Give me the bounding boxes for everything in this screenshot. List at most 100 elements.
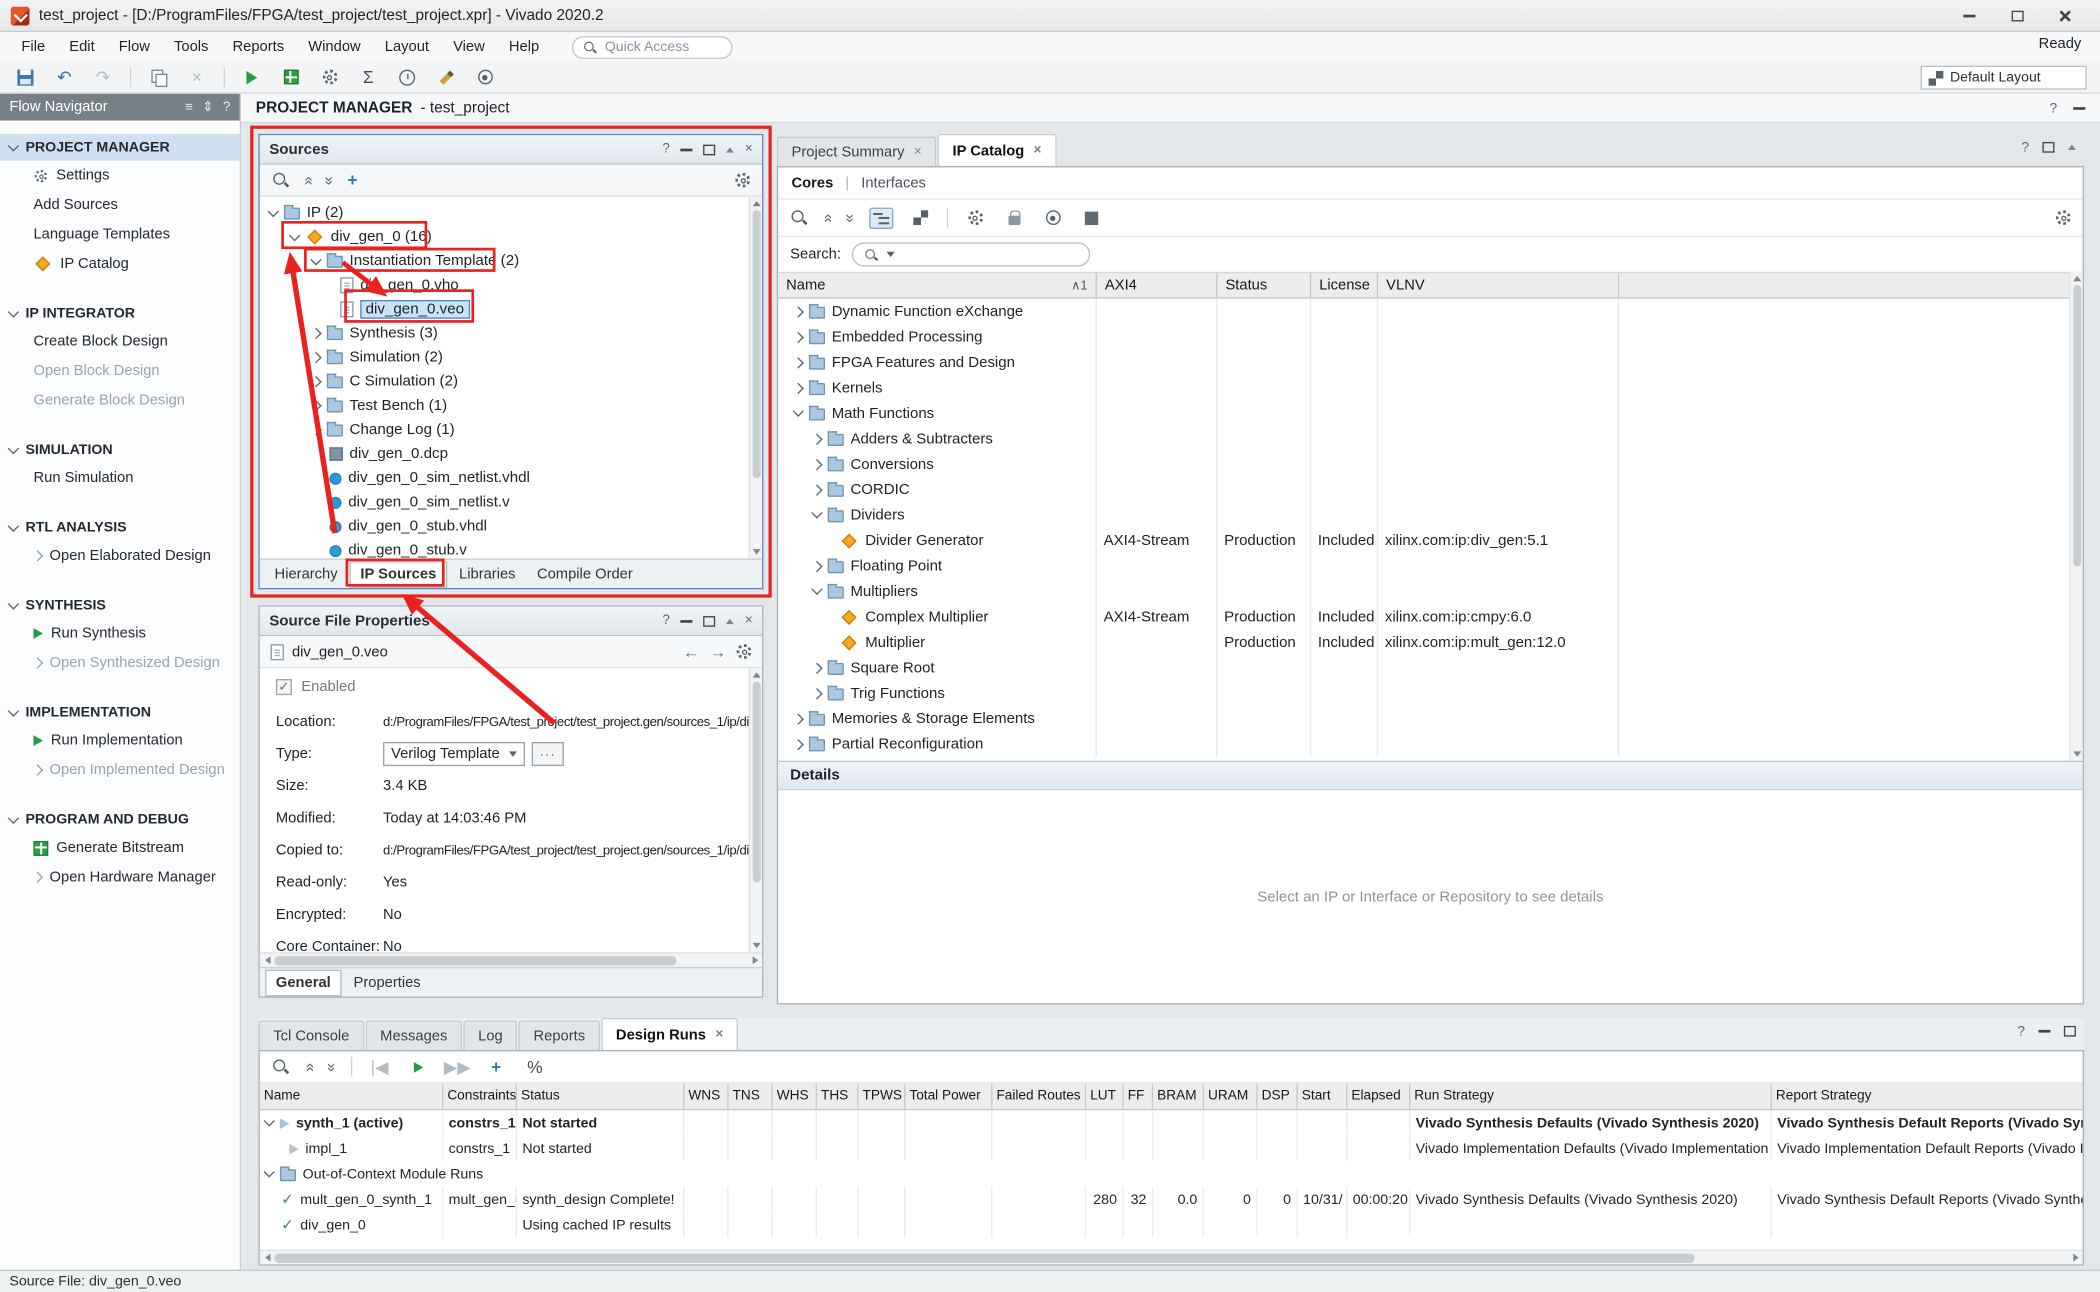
chevron-down-icon[interactable] (264, 1166, 275, 1177)
catalog-row[interactable]: Memories & Storage Elements (778, 706, 2082, 731)
menu-reports[interactable]: Reports (222, 36, 295, 57)
maximize-icon[interactable] (2064, 1026, 2076, 1037)
layout-selector[interactable]: Default Layout (1921, 66, 2087, 90)
vertical-scrollbar[interactable] (2069, 272, 2082, 761)
scroll-down-icon[interactable] (752, 545, 760, 558)
details-toggle-button[interactable] (1080, 206, 1104, 230)
type-dropdown[interactable]: Verilog Template (383, 742, 525, 766)
horizontal-scrollbar[interactable] (260, 1250, 2083, 1265)
catalog-row[interactable]: Math Functions (778, 400, 2082, 425)
customize-ip-button[interactable] (963, 206, 987, 230)
tab-messages[interactable]: Messages (365, 1021, 462, 1050)
catalog-row[interactable]: Dynamic Function eXchange (778, 299, 2082, 324)
taxonomy-view-button[interactable] (870, 207, 894, 228)
tree-row-instantiation-template[interactable]: Instantiation Template (2) (260, 249, 762, 273)
step-forward-icon[interactable]: ▶▶ (445, 1055, 469, 1079)
column-header[interactable]: FF (1124, 1083, 1153, 1108)
tree-row-change-log[interactable]: Change Log (1) (260, 418, 762, 442)
scroll-left-icon[interactable] (260, 953, 275, 968)
expand-all-icon[interactable]: » (324, 1062, 340, 1071)
create-runs-icon[interactable]: + (484, 1055, 508, 1079)
forward-icon[interactable]: → (710, 642, 726, 661)
sidebar-section-synthesis[interactable]: SYNTHESIS (0, 592, 240, 619)
chevron-right-icon[interactable] (793, 738, 804, 749)
gear-icon[interactable] (2056, 210, 2071, 225)
scroll-down-icon[interactable] (2073, 747, 2081, 760)
column-header-status[interactable]: Status (1217, 273, 1311, 297)
add-sources-icon[interactable]: + (347, 170, 357, 190)
tree-row-div-gen-0[interactable]: div_gen_0 (16) (260, 225, 762, 249)
sidebar-item-create-block-design[interactable]: Create Block Design (0, 327, 240, 356)
tree-row-c-simulation[interactable]: C Simulation (2) (260, 370, 762, 394)
catalog-row[interactable]: Conversions (778, 451, 2082, 476)
sidebar-item-open-synthesized-design[interactable]: Open Synthesized Design (0, 648, 240, 677)
subtab-interfaces[interactable]: Interfaces (861, 175, 926, 191)
settings-button[interactable] (317, 65, 341, 89)
column-header[interactable]: Constraints (443, 1083, 517, 1108)
catalog-row[interactable]: Adders & Subtracters (778, 426, 2082, 451)
column-header[interactable]: TPWS (858, 1083, 905, 1108)
tree-row-veo-selected[interactable]: div_gen_0.veo (260, 297, 762, 321)
tab-ip-sources[interactable]: IP Sources (350, 560, 447, 587)
menu-edit[interactable]: Edit (59, 36, 106, 57)
close-icon[interactable]: × (715, 1027, 723, 1042)
chevron-right-icon[interactable] (310, 400, 321, 411)
close-icon[interactable]: × (745, 613, 753, 628)
tab-ip-catalog[interactable]: IP Catalog× (938, 134, 1056, 166)
column-header[interactable]: Elapsed (1347, 1083, 1410, 1108)
close-icon[interactable]: × (745, 142, 753, 157)
lock-button[interactable] (1002, 206, 1026, 230)
menu-layout[interactable]: Layout (374, 36, 440, 57)
minimize-button[interactable] (1945, 0, 1993, 31)
tree-row-synthesis[interactable]: Synthesis (3) (260, 321, 762, 345)
tab-log[interactable]: Log (463, 1021, 517, 1050)
tab-tcl-console[interactable]: Tcl Console (258, 1021, 364, 1050)
filter-icon[interactable]: ≡ (185, 100, 193, 115)
browse-button[interactable]: ··· (532, 742, 564, 766)
tab-properties[interactable]: Properties (344, 970, 430, 994)
chevron-down-icon[interactable] (793, 405, 804, 416)
catalog-row[interactable]: Dividers (778, 502, 2082, 527)
catalog-row[interactable]: Partial Reconfiguration (778, 731, 2082, 756)
tab-hierarchy[interactable]: Hierarchy (265, 562, 347, 586)
tab-design-runs[interactable]: Design Runs× (601, 1018, 738, 1050)
scroll-down-icon[interactable] (752, 939, 760, 952)
delete-button[interactable]: × (185, 65, 209, 89)
column-header[interactable]: LUT (1086, 1083, 1124, 1108)
column-header-axi4[interactable]: AXI4 (1097, 273, 1218, 297)
back-icon[interactable]: ← (683, 642, 699, 661)
close-icon[interactable]: × (1034, 143, 1042, 158)
column-header[interactable]: BRAM (1153, 1083, 1204, 1108)
sidebar-item-run-implementation[interactable]: Run Implementation (0, 726, 240, 755)
search-icon[interactable] (272, 1058, 289, 1075)
column-header[interactable]: Run Strategy (1410, 1083, 1772, 1108)
float-icon[interactable] (726, 147, 734, 152)
catalog-row[interactable]: Multipliers (778, 579, 2082, 604)
column-header-vlnv[interactable]: VLNV (1378, 273, 1619, 297)
tab-compile-order[interactable]: Compile Order (528, 562, 643, 586)
gear-icon[interactable] (735, 173, 750, 188)
sidebar-item-open-block-design[interactable]: Open Block Design (0, 356, 240, 385)
column-header[interactable]: Start (1298, 1083, 1348, 1108)
catalog-row-ip[interactable]: Divider GeneratorAXI4-StreamProductionIn… (778, 528, 2082, 553)
menu-window[interactable]: Window (298, 36, 372, 57)
sum-button[interactable]: Σ (356, 65, 380, 89)
float-icon[interactable] (726, 618, 734, 623)
tree-row-test-bench[interactable]: Test Bench (1) (260, 394, 762, 418)
sidebar-item-open-hardware-manager[interactable]: Open Hardware Manager (0, 863, 240, 892)
help-icon[interactable]: ? (2017, 1023, 2025, 1039)
sidebar-section-program-and-debug[interactable]: PROGRAM AND DEBUG (0, 806, 240, 833)
chevron-down-icon[interactable] (268, 205, 279, 216)
chevron-down-icon[interactable] (310, 253, 321, 264)
help-icon[interactable]: ? (2021, 139, 2029, 155)
edit-button[interactable] (434, 65, 458, 89)
chevron-right-icon[interactable] (811, 662, 822, 673)
minimize-icon[interactable] (681, 619, 693, 622)
help-icon[interactable]: ? (662, 613, 669, 628)
catalog-row-ip[interactable]: Complex MultiplierAXI4-StreamProductionI… (778, 604, 2082, 629)
column-header[interactable]: Name (260, 1083, 443, 1108)
run-row-div-gen[interactable]: ✓div_gen_0 Using cached IP results (260, 1212, 2083, 1237)
sidebar-item-open-implemented-design[interactable]: Open Implemented Design (0, 755, 240, 784)
save-button[interactable] (13, 65, 37, 89)
maximize-icon[interactable] (703, 615, 715, 626)
